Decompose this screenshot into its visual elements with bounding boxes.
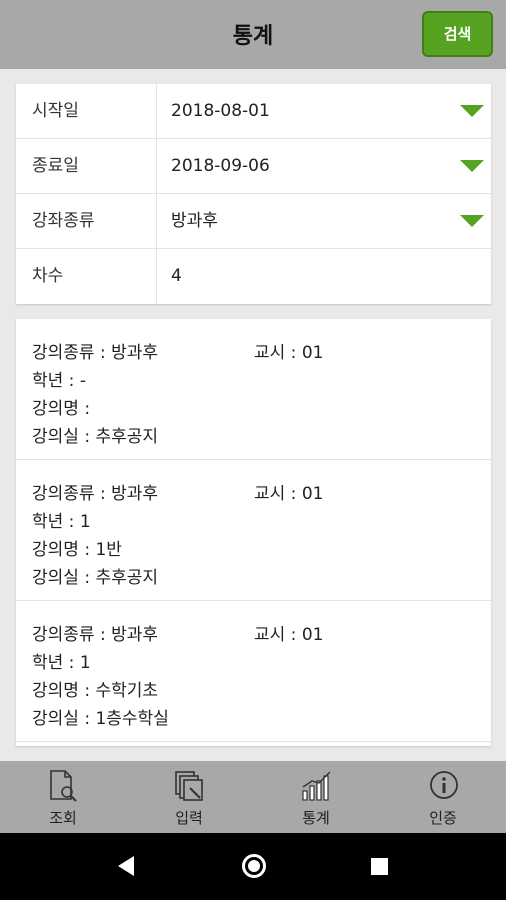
nav-item-stats[interactable]: 통계 [253,761,379,833]
info-icon [430,771,458,799]
record-grade: 학년 : - [32,371,86,391]
list-item[interactable]: 강의종류 : 방과후 교시 : 01 학년 : 1 강의명 : 수학기초 강의실… [16,601,491,742]
round-label: 차수 [16,249,157,304]
start-date-row[interactable]: 시작일 2018-08-01 [16,84,491,139]
record-type: 강의종류 : 방과후 [32,625,159,645]
nav-label: 입력 [175,809,203,827]
nav-item-search[interactable]: 조회 [0,761,126,833]
back-icon[interactable] [118,856,134,876]
course-type-dropdown-icon[interactable] [460,215,484,227]
record-type: 강의종류 : 방과후 [32,484,159,504]
end-date-label: 종료일 [16,139,157,193]
record-period: 교시 : 01 [254,625,324,645]
nav-label: 인증 [429,809,457,827]
start-date-value[interactable]: 2018-08-01 [171,84,270,138]
end-date-row[interactable]: 종료일 2018-09-06 [16,139,491,194]
record-type: 강의종류 : 방과후 [32,343,159,363]
record-name: 강의명 : 1반 [32,540,122,560]
record-period: 교시 : 01 [254,343,324,363]
course-type-label: 강좌종류 [16,194,157,248]
record-name: 강의명 : [32,399,91,419]
record-grade: 학년 : 1 [32,512,91,532]
start-date-label: 시작일 [16,84,157,138]
record-grade: 학년 : 1 [32,653,91,673]
nav-label: 통계 [302,809,330,827]
chart-icon [302,771,331,801]
record-name: 강의명 : 수학기초 [32,681,159,701]
recent-apps-icon[interactable] [371,858,388,875]
edit-pages-icon [175,771,203,801]
filter-form: 시작일 2018-08-01 종료일 2018-09-06 강좌종류 방과후 차… [16,84,491,304]
end-date-dropdown-icon[interactable] [460,160,484,172]
course-type-row[interactable]: 강좌종류 방과후 [16,194,491,249]
bottom-nav: 조회 입력 통계 인증 [0,761,506,833]
round-row: 차수 4 [16,249,491,304]
record-room: 강의실 : 추후공지 [32,427,159,447]
course-type-value[interactable]: 방과후 [171,194,218,248]
record-room: 강의실 : 추후공지 [32,568,159,588]
list-item[interactable]: 강의종류 : 방과후 교시 : 01 학년 : 1 강의명 : 1반 강의실 :… [16,460,491,601]
document-search-icon [50,770,77,802]
record-room: 강의실 : 1층수학실 [32,709,169,729]
search-button[interactable]: 검색 [422,11,493,57]
round-value: 4 [171,266,182,286]
system-nav-bar [0,833,506,900]
nav-item-auth[interactable]: 인증 [380,761,506,833]
nav-item-input[interactable]: 입력 [126,761,252,833]
end-date-value[interactable]: 2018-09-06 [171,139,270,193]
list-item[interactable]: 강의종류 : 방과후 교시 : 01 학년 : - 강의명 : 강의실 : 추후… [16,319,491,460]
record-period: 교시 : 01 [254,484,324,504]
start-date-dropdown-icon[interactable] [460,105,484,117]
top-bar: 통계 검색 [0,0,506,69]
nav-label: 조회 [49,809,77,827]
home-icon[interactable] [242,854,266,878]
record-list[interactable]: 강의종류 : 방과후 교시 : 01 학년 : - 강의명 : 강의실 : 추후… [16,319,491,746]
